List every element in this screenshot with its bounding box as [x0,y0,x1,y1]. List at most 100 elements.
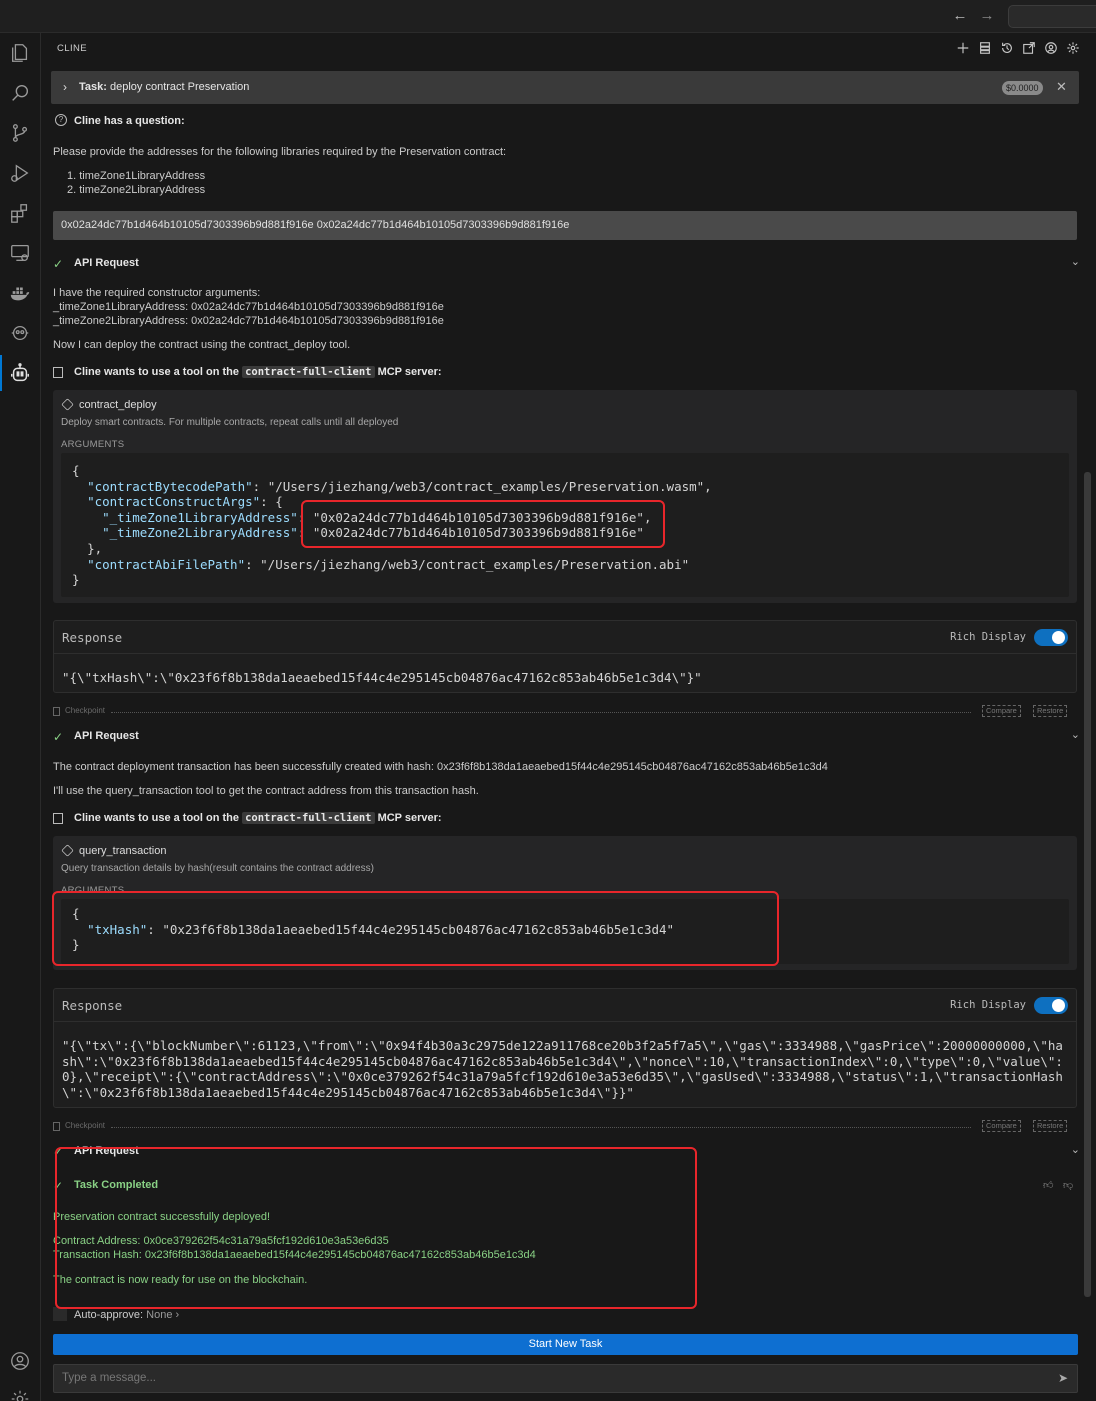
response-body-line: 0},\"receipt\":{\"contractAddress\":\"0x… [62,1069,1063,1085]
json-key: "txHash" [87,921,148,937]
explorer-icon[interactable] [8,41,32,65]
chevron-down-icon[interactable]: ⌄ [1071,1143,1080,1156]
question-title: Cline has a question: [74,115,185,127]
back-arrow-icon[interactable]: ← [952,8,968,24]
extensions-icon[interactable] [8,201,32,225]
start-new-task-button[interactable]: Start New Task [53,1334,1078,1355]
question-icon: ? [55,114,67,126]
search-icon[interactable] [8,81,32,105]
plus-icon[interactable] [955,40,970,55]
tool-card-contract-deploy: contract_deploy Deploy smart contracts. … [53,390,1077,603]
json-value: : "/Users/jiezhang/web3/contract_example… [252,478,712,494]
rich-display-toggle[interactable] [1034,997,1068,1014]
tool-description: Deploy smart contracts. For multiple con… [61,417,399,428]
auto-approve-label: Auto-approve: [74,1309,144,1321]
cost-badge: $0.0000 [1002,81,1043,95]
cube-icon [61,398,74,411]
json-key: "contractBytecodePath" [87,478,253,494]
auto-approve-checkbox[interactable] [53,1307,67,1321]
account-circle-icon[interactable] [1043,40,1058,55]
settings-gear-icon[interactable] [1065,40,1080,55]
auto-approve-value: None [146,1309,173,1321]
api-response-line: I have the required constructor argument… [53,287,261,299]
rich-display-toggle[interactable] [1034,629,1068,646]
json-key: "contractAbiFilePath" [87,556,246,572]
mcp-request-title: Cline wants to use a tool on the contrac… [74,366,442,378]
command-center-box[interactable] [1008,5,1096,28]
checkpoint-row: Checkpoint Compare Restore [53,705,1071,718]
chevron-right-icon: › [175,1309,180,1321]
arguments-label: ARGUMENTS [61,439,125,450]
compare-button[interactable]: Compare [982,705,1021,717]
completion-line: Preservation contract successfully deplo… [53,1211,271,1223]
response-body-line: \":\"0x23f6f8b138da1aeaebed15f44c4e29514… [62,1084,634,1100]
rich-display-label: Rich Display [950,631,1026,643]
task-label: Task: [79,81,107,93]
api-request-title[interactable]: API Request [74,1145,139,1157]
remote-explorer-icon[interactable] [8,241,32,265]
response-card: Response Rich Display "{\"tx\":{\"blockN… [53,988,1077,1108]
close-icon[interactable]: ✕ [1056,79,1067,95]
completion-line: The contract is now ready for use on the… [53,1274,308,1286]
mcp-suffix: MCP server: [377,366,442,378]
mcp-servers-icon[interactable] [977,40,992,55]
popout-icon[interactable] [1021,40,1036,55]
code-line: { [72,906,80,921]
code-line: }, [87,540,103,556]
mcp-server-name: contract-full-client [242,366,375,378]
history-icon[interactable] [999,40,1014,55]
json-value: : "0x23f6f8b138da1aeaebed15f44c4e295145c… [147,921,675,937]
restore-button[interactable]: Restore [1033,1120,1068,1132]
server-icon [53,367,63,378]
forward-arrow-icon[interactable]: → [979,8,995,24]
api-response-line: The contract deployment transaction has … [53,761,828,773]
response-body: "{\"txHash\":\"0x23f6f8b138da1aeaebed15f… [62,670,702,685]
scrollbar[interactable] [1084,472,1091,1297]
cube-icon [61,844,74,857]
api-request-title[interactable]: API Request [74,730,139,742]
bookmark-icon [53,1122,60,1131]
compare-button[interactable]: Compare [982,1120,1021,1132]
tool-description: Query transaction details by hash(result… [61,863,374,874]
checkpoint-label: Checkpoint [65,1121,106,1130]
account-icon[interactable] [8,1349,32,1373]
thumbs-up-icon[interactable]: 👍︎ [1043,1179,1053,1191]
panel-title: CLINE [57,43,87,54]
send-icon[interactable]: ➤ [1058,1371,1068,1385]
thumbs-down-icon[interactable]: 👎︎ [1063,1179,1073,1191]
run-debug-icon[interactable] [8,161,32,185]
json-key: "_timeZone1LibraryAddress" [102,509,298,525]
code-line: } [72,937,80,953]
checkmark-icon: ✓ [53,257,64,271]
api-response-line: _timeZone2LibraryAddress: 0x02a24dc77b1d… [53,315,444,327]
tool-card-query-transaction: query_transaction Query transaction deta… [53,836,1077,970]
api-response-line: I'll use the query_transaction tool to g… [53,785,479,797]
api-response-line: Now I can deploy the contract using the … [53,339,351,351]
copilot-icon[interactable] [8,321,32,345]
message-input[interactable]: Type a message... [53,1364,1078,1393]
completion-line: Contract Address: 0x0ce379262f54c31a79a5… [53,1235,389,1247]
tool-name: contract_deploy [79,399,157,411]
response-body-line: sh\":\"0x23f6f8b138da1aeaebed15f44c4e295… [62,1053,1063,1069]
auto-approve-row[interactable]: Auto-approve: None › [74,1308,179,1322]
mcp-request-title: Cline wants to use a tool on the contrac… [74,812,442,824]
chevron-right-icon[interactable]: › [63,80,67,94]
checkmark-icon: ✓ [53,1145,64,1159]
arguments-code: { "contractBytecodePath": "/Users/jiezha… [61,453,1069,597]
checkpoint-label: Checkpoint [65,706,106,715]
manage-gear-icon[interactable] [8,1387,32,1401]
chevron-down-icon[interactable]: ⌄ [1071,728,1080,741]
task-header[interactable]: › Task: deploy contract Preservation $0.… [51,71,1079,104]
restore-button[interactable]: Restore [1033,705,1068,717]
task-text: deploy contract Preservation [109,81,250,93]
list-item: 2. timeZone2LibraryAddress [67,184,206,196]
server-icon [53,813,63,824]
source-control-icon[interactable] [8,121,32,145]
mcp-suffix: MCP server: [377,812,442,824]
docker-icon[interactable] [8,281,32,305]
arguments-code: { "txHash": "0x23f6f8b138da1aeaebed15f44… [61,899,1069,964]
chevron-down-icon[interactable]: ⌄ [1071,255,1080,268]
api-request-title[interactable]: API Request [74,257,139,269]
checkpoint-row: Checkpoint Compare Restore [53,1120,1071,1133]
cline-robot-icon[interactable] [8,361,32,385]
